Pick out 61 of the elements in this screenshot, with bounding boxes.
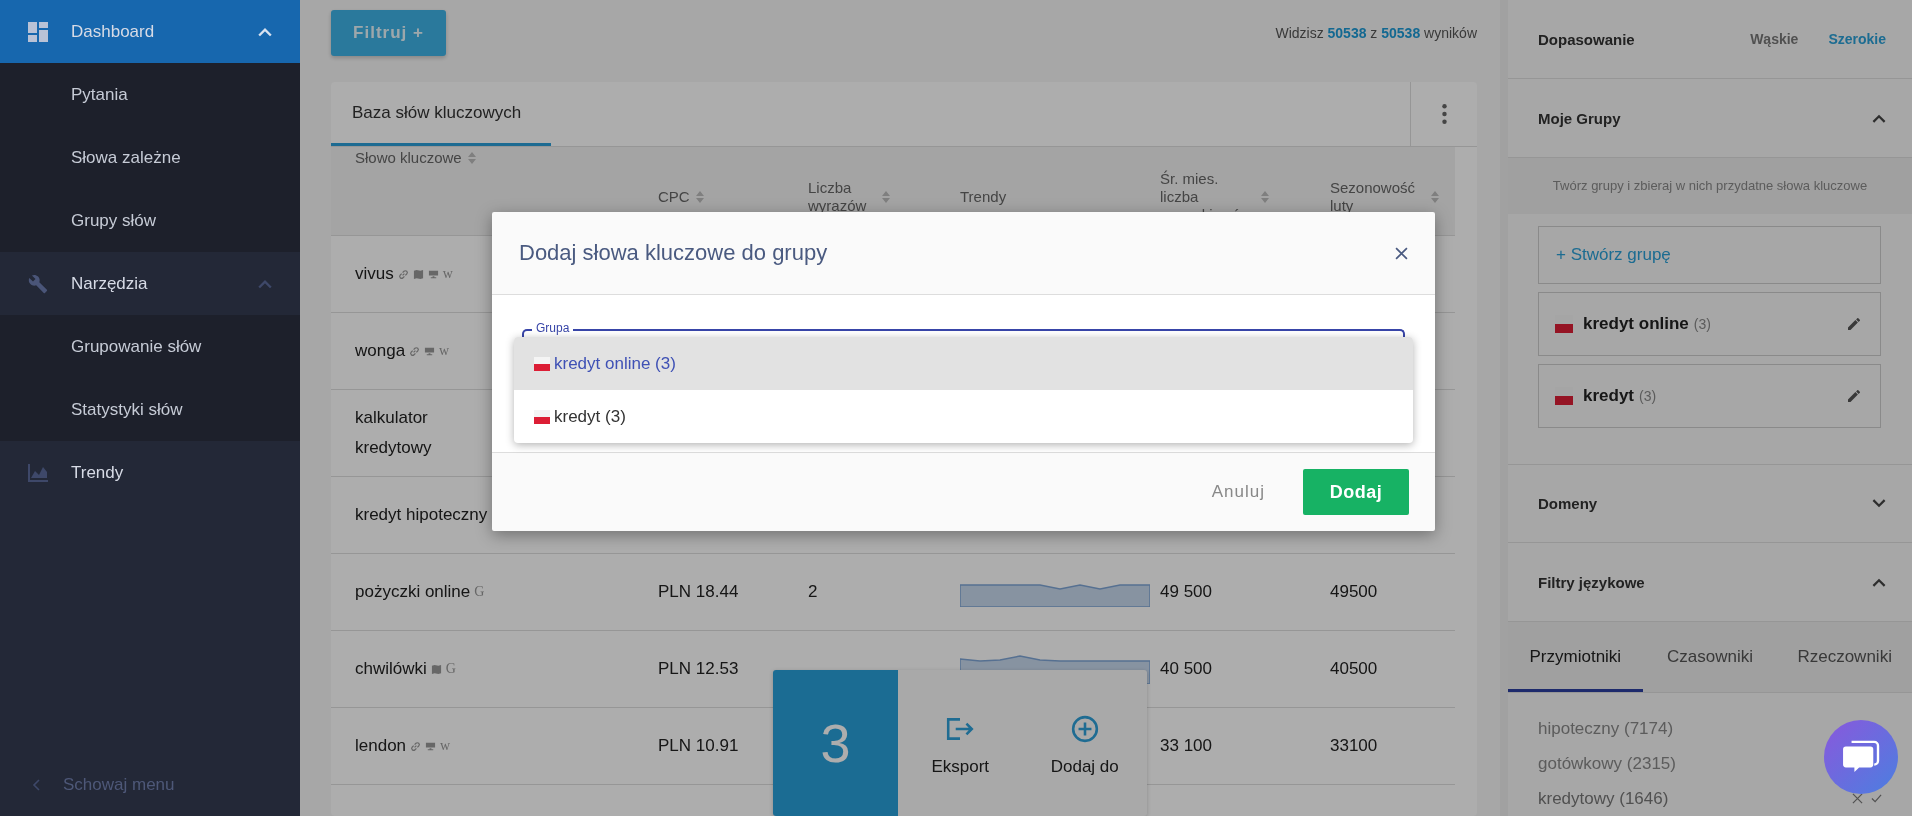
tab[interactable]: Czasowniki xyxy=(1642,622,1778,692)
column-header[interactable]: CPC xyxy=(658,188,690,206)
column-header[interactable]: Sezonowość luty xyxy=(1330,179,1425,215)
table-cell: 49 500 xyxy=(1160,582,1212,602)
letter-icon: w xyxy=(440,738,451,754)
filter-word[interactable]: kredytowy (1646) xyxy=(1538,788,1669,809)
modal-title: Dodaj słowa kluczowe do grupy xyxy=(519,240,828,266)
letter-icon: w xyxy=(439,343,450,359)
table-cell: PLN 12.53 xyxy=(658,659,739,679)
section-title: Domeny xyxy=(1538,495,1598,512)
keyword-cell-text: pożyczki online xyxy=(355,581,471,603)
column-header[interactable]: Trendy xyxy=(960,188,1007,206)
field-label: Grupa xyxy=(532,321,574,335)
group-card[interactable]: kredyt online (3) xyxy=(1538,292,1881,356)
section-title: Filtry językowe xyxy=(1538,573,1645,591)
hint-text: Twórz grupy i zbieraj w nich przydatne słowa kluczowe xyxy=(1508,158,1912,214)
group-name: kredyt xyxy=(1583,386,1635,406)
results-summary: Widzisz 50538 z 50538 wyników xyxy=(1275,25,1477,41)
table-cell: PLN 10.91 xyxy=(658,736,739,756)
table-cell: 33100 xyxy=(1330,736,1378,756)
sidebar-subitem[interactable]: Grupowanie słów xyxy=(0,315,300,378)
keyword-cell-text: wonga xyxy=(355,340,406,362)
table-cell: PLN 18.44 xyxy=(658,582,739,602)
keyword-cell-text: vivus xyxy=(355,263,394,285)
filter-word[interactable]: gotówkowy (2315) xyxy=(1538,753,1676,774)
keyword-cell-text: kalkulator kredytowy xyxy=(355,407,433,459)
cancel-button[interactable]: Anuluj xyxy=(1205,481,1271,503)
sidebar-subitem[interactable]: Statystyki słów xyxy=(0,378,300,441)
section-title: Moje Grupy xyxy=(1538,109,1621,127)
tab[interactable]: Rzeczowniki xyxy=(1777,622,1912,692)
table-cell: 49500 xyxy=(1330,582,1378,602)
letter-icon: G xyxy=(474,584,485,600)
table-cell: 33 100 xyxy=(1160,736,1212,756)
keyword-cell-text: lendon xyxy=(355,735,407,757)
filter-word[interactable]: hipoteczny (7174) xyxy=(1538,718,1674,739)
table-cell: 2 xyxy=(808,582,818,602)
table-cell: 40500 xyxy=(1330,659,1378,679)
create-group-button[interactable]: + Stwórz grupę xyxy=(1538,226,1881,284)
group-card[interactable]: kredyt (3) xyxy=(1538,364,1881,428)
sidebar-subitem[interactable]: Grupy słów xyxy=(0,189,300,252)
letter-icon: w xyxy=(442,266,453,282)
column-header[interactable]: Słowo kluczowe xyxy=(355,149,462,167)
sidebar-item[interactable]: Dashboard xyxy=(0,0,300,63)
column-header[interactable]: Liczba wyrazów xyxy=(808,179,876,215)
dropdown-option[interactable]: kredyt (3) xyxy=(514,390,1413,443)
match-option[interactable]: Szerokie xyxy=(1828,31,1886,47)
keyword-cell-text: chwilówki xyxy=(355,658,427,680)
group-name: kredyt online xyxy=(1583,314,1689,334)
table-cell: 40 500 xyxy=(1160,659,1212,679)
add-button[interactable]: Dodaj xyxy=(1303,469,1409,515)
match-option[interactable]: Wąskie xyxy=(1750,31,1799,47)
group-count: (3) xyxy=(1693,316,1711,332)
letter-icon: G xyxy=(445,661,456,677)
keyword-cell-text: kredyt hipoteczny xyxy=(355,504,488,526)
dropdown-option[interactable]: kredyt online (3) xyxy=(514,337,1413,390)
sidebar-subitem[interactable]: Pytania xyxy=(0,63,300,126)
section-title: Dopasowanie xyxy=(1538,30,1635,48)
group-count: (3) xyxy=(1639,388,1657,404)
sidebar-subitem[interactable]: Słowa zależne xyxy=(0,126,300,189)
selection-count: 3 xyxy=(773,670,898,816)
tab[interactable]: Przymiotniki xyxy=(1508,622,1643,692)
